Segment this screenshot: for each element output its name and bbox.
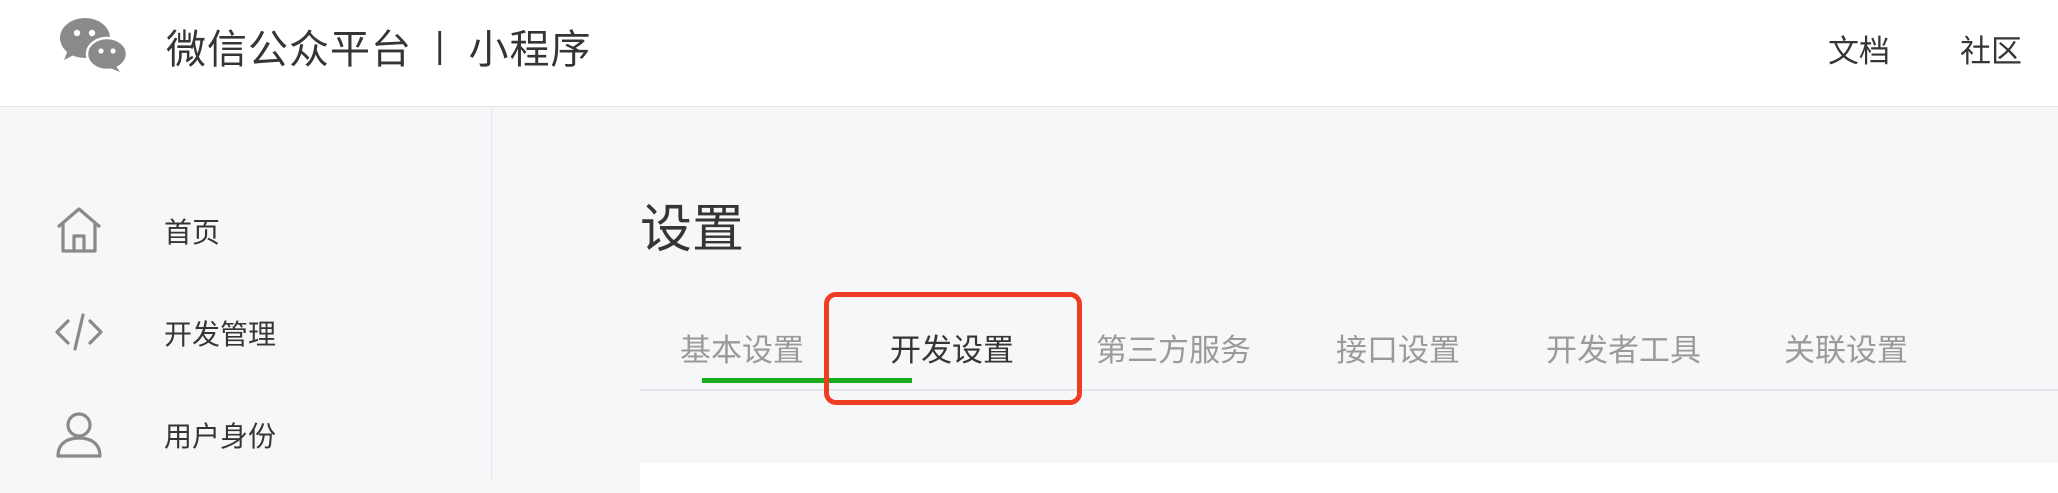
home-icon [54, 205, 104, 255]
page-title: 设置 [640, 200, 745, 260]
sidebar-item-user-identity[interactable]: 用户身份 [0, 393, 490, 473]
sidebar-item-label: 首页 [164, 216, 221, 249]
brand-title[interactable]: 微信公众平台 | 小程序 [166, 20, 592, 73]
content-card [640, 463, 2058, 493]
tab-association-settings[interactable]: 关联设置 [1784, 325, 1908, 370]
main-content: 设置 基本设置 开发设置 第三方服务 接口设置 开发者工具 关联设置 [492, 107, 2058, 493]
sidebar: 首页 开发管理 用户身份 [0, 107, 492, 478]
tab-api-settings[interactable]: 接口设置 [1336, 325, 1460, 370]
brand-name: 微信公众平台 [166, 27, 412, 73]
sidebar-item-label: 用户身份 [164, 420, 277, 453]
brand-separator: | [434, 26, 447, 66]
wechat-logo-icon[interactable] [58, 16, 129, 72]
nav-community-link[interactable]: 社区 [1960, 26, 2022, 71]
sidebar-item-dev-management[interactable]: 开发管理 [0, 291, 490, 371]
tab-third-party-services[interactable]: 第三方服务 [1096, 325, 1251, 370]
tab-basic-settings[interactable]: 基本设置 [680, 325, 804, 370]
sidebar-item-home[interactable]: 首页 [0, 189, 490, 269]
user-icon [54, 409, 104, 459]
product-name: 小程序 [468, 27, 592, 73]
code-icon [54, 307, 104, 357]
highlight-annotation [824, 292, 1082, 405]
tab-developer-tools[interactable]: 开发者工具 [1546, 325, 1701, 370]
sidebar-item-label: 开发管理 [164, 318, 277, 351]
top-bar: 微信公众平台 | 小程序 文档 社区 [0, 0, 2058, 107]
nav-doc-link[interactable]: 文档 [1828, 26, 1890, 71]
